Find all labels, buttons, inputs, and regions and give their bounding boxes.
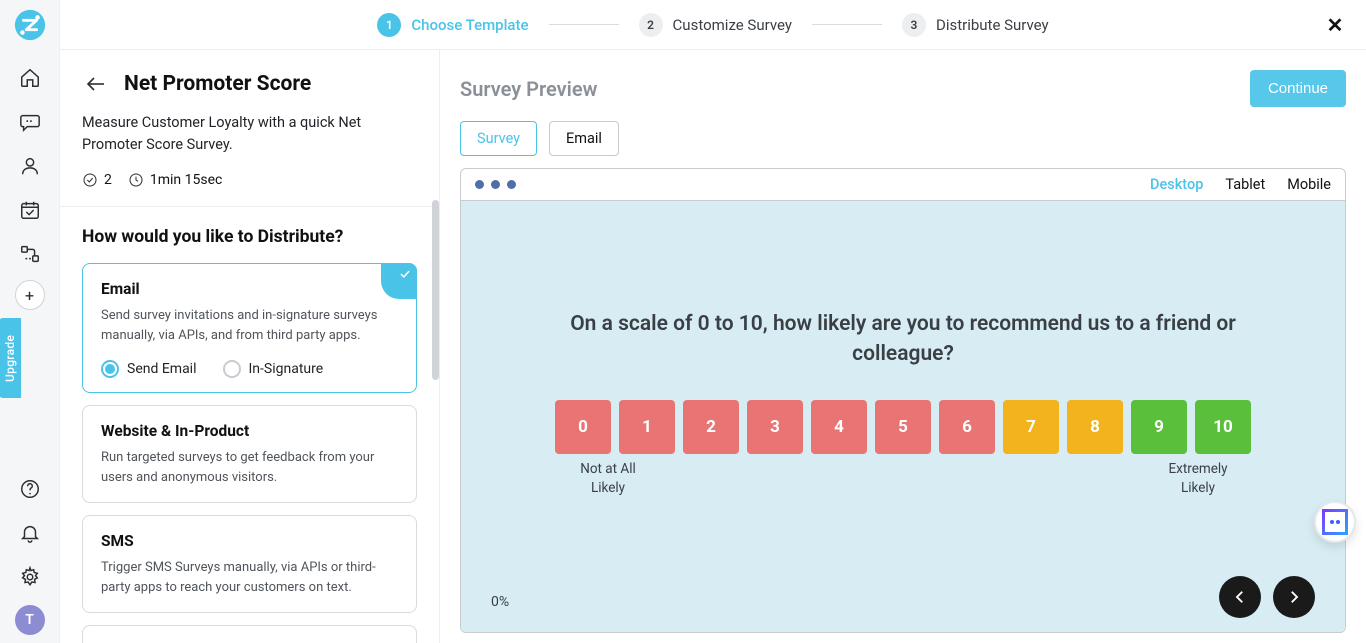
- radio-send-email[interactable]: Send Email: [101, 360, 197, 378]
- nps-label-low: Not at All Likely: [573, 460, 643, 498]
- nps-option-2[interactable]: 2: [683, 400, 739, 454]
- close-icon[interactable]: ✕: [1322, 12, 1348, 38]
- card-title: SMS: [101, 532, 398, 550]
- chat-icon: [1322, 509, 1348, 535]
- preview-tab-survey[interactable]: Survey: [460, 121, 537, 156]
- nps-scale: 0 1 2 3 4 5 6 7 8 9 10: [485, 400, 1321, 454]
- template-title: Net Promoter Score: [124, 72, 311, 96]
- survey-progress: 0%: [491, 594, 509, 610]
- step-number: 3: [902, 13, 926, 37]
- distribute-option-email[interactable]: Email Send survey invitations and in-sig…: [82, 263, 417, 393]
- user-avatar[interactable]: T: [15, 605, 45, 635]
- duration: 1min 15sec: [128, 172, 222, 188]
- chat-icon[interactable]: [0, 100, 60, 144]
- step-choose-template[interactable]: 1 Choose Template: [377, 13, 528, 37]
- step-number: 1: [377, 13, 401, 37]
- notifications-icon[interactable]: [0, 511, 60, 555]
- step-number: 2: [639, 13, 663, 37]
- calendar-icon[interactable]: [0, 188, 60, 232]
- distribute-option-sms[interactable]: SMS Trigger SMS Surveys manually, via AP…: [82, 515, 417, 613]
- nps-option-6[interactable]: 6: [939, 400, 995, 454]
- step-distribute-survey[interactable]: 3 Distribute Survey: [902, 13, 1049, 37]
- nps-option-9[interactable]: 9: [1131, 400, 1187, 454]
- nps-question: On a scale of 0 to 10, how likely are yo…: [523, 309, 1283, 370]
- chat-fab[interactable]: [1314, 501, 1356, 543]
- nps-option-7[interactable]: 7: [1003, 400, 1059, 454]
- template-config-panel: Net Promoter Score Measure Customer Loya…: [60, 50, 440, 643]
- back-button[interactable]: [82, 70, 110, 98]
- step-label: Customize Survey: [673, 16, 792, 34]
- distribute-option-mobile-sdk[interactable]: In-App Mobile SDK Collect feedback from …: [82, 625, 417, 643]
- step-separator: [549, 24, 619, 25]
- distribute-heading: How would you like to Distribute?: [82, 227, 417, 247]
- preview-tab-email[interactable]: Email: [549, 121, 619, 156]
- card-description: Trigger SMS Surveys manually, via APIs o…: [101, 558, 398, 598]
- step-customize-survey[interactable]: 2 Customize Survey: [639, 13, 792, 37]
- card-title: Website & In-Product: [101, 422, 398, 440]
- device-tab-tablet[interactable]: Tablet: [1225, 176, 1265, 193]
- step-label: Distribute Survey: [936, 16, 1049, 34]
- survey-frame: On a scale of 0 to 10, how likely are yo…: [461, 201, 1345, 632]
- radio-in-signature[interactable]: In-Signature: [223, 360, 324, 378]
- card-description: Run targeted surveys to get feedback fro…: [101, 448, 398, 488]
- next-question-button[interactable]: [1273, 576, 1315, 618]
- distribute-option-website[interactable]: Website & In-Product Run targeted survey…: [82, 405, 417, 503]
- device-tab-desktop[interactable]: Desktop: [1150, 176, 1203, 193]
- settings-icon[interactable]: [0, 555, 60, 599]
- template-description: Measure Customer Loyalty with a quick Ne…: [82, 112, 417, 156]
- home-icon[interactable]: [0, 56, 60, 100]
- card-description: Send survey invitations and in-signature…: [101, 306, 398, 346]
- step-separator: [812, 24, 882, 25]
- add-button[interactable]: +: [15, 280, 45, 310]
- question-count: 2: [82, 172, 112, 188]
- selected-check-icon: [381, 263, 417, 299]
- nps-option-4[interactable]: 4: [811, 400, 867, 454]
- scrollbar-thumb[interactable]: [432, 200, 439, 380]
- device-tab-mobile[interactable]: Mobile: [1287, 176, 1331, 193]
- nps-option-0[interactable]: 0: [555, 400, 611, 454]
- help-icon[interactable]: [0, 467, 60, 511]
- nps-option-8[interactable]: 8: [1067, 400, 1123, 454]
- survey-preview-panel: Survey Preview Continue Survey Email Des…: [440, 50, 1366, 643]
- left-nav-rail: + Upgrade T: [0, 0, 60, 643]
- nps-option-1[interactable]: 1: [619, 400, 675, 454]
- nps-option-5[interactable]: 5: [875, 400, 931, 454]
- continue-button[interactable]: Continue: [1250, 70, 1346, 107]
- step-label: Choose Template: [411, 16, 528, 34]
- window-dots-icon: [475, 180, 516, 189]
- card-title: Email: [101, 280, 398, 298]
- upgrade-tab[interactable]: Upgrade: [0, 318, 21, 398]
- workflow-icon[interactable]: [0, 232, 60, 276]
- nps-option-10[interactable]: 10: [1195, 400, 1251, 454]
- prev-question-button[interactable]: [1219, 576, 1261, 618]
- nps-option-3[interactable]: 3: [747, 400, 803, 454]
- user-icon[interactable]: [0, 144, 60, 188]
- nps-label-high: Extremely Likely: [1163, 460, 1233, 498]
- wizard-stepper-bar: 1 Choose Template 2 Customize Survey 3 D…: [60, 0, 1366, 50]
- preview-title: Survey Preview: [460, 77, 597, 101]
- app-logo[interactable]: [0, 0, 60, 50]
- preview-shell: Desktop Tablet Mobile On a scale of 0 to…: [460, 168, 1346, 633]
